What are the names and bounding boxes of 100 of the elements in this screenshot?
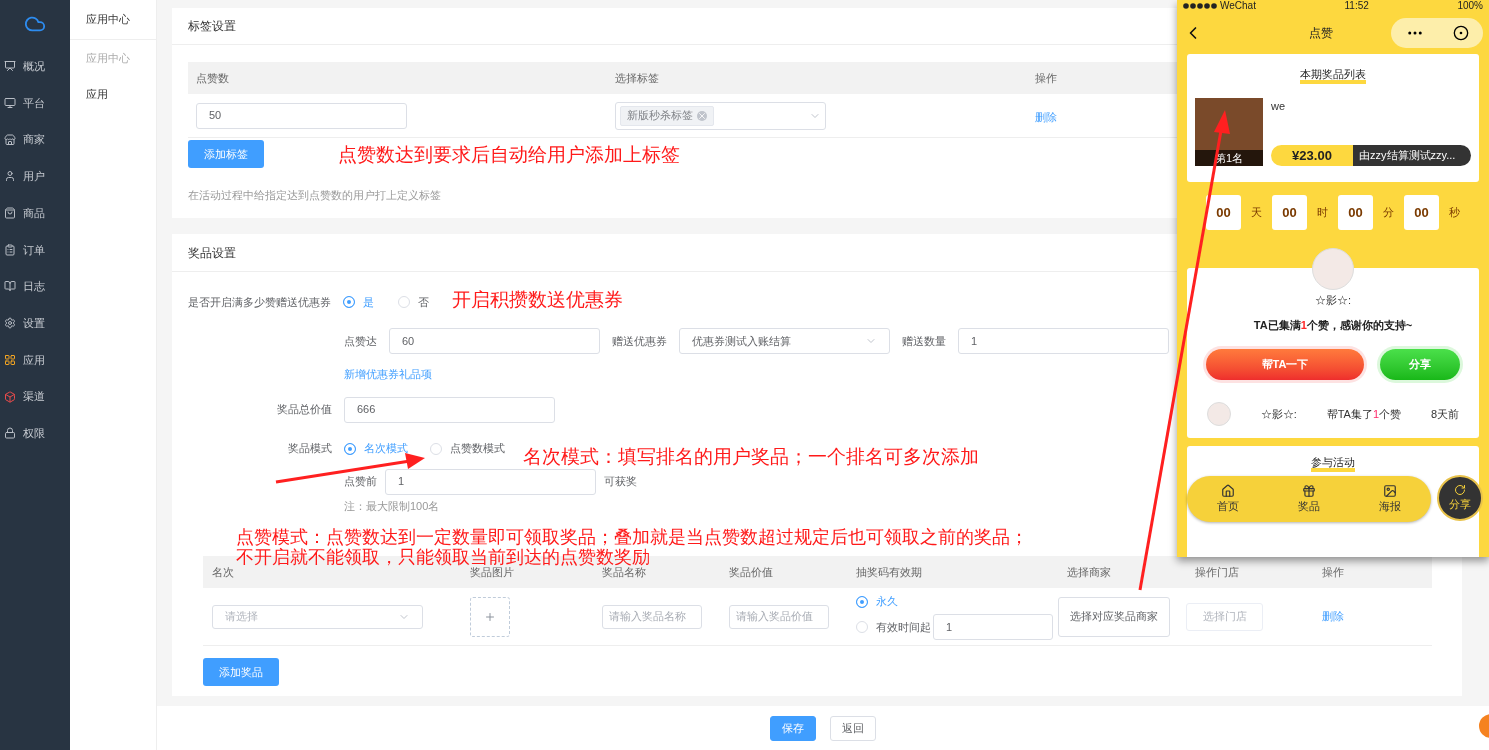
sidebar-item[interactable]: 平台 (0, 84, 45, 122)
annotation-text: 点赞数达到要求后自动给用户添加上标签 (338, 143, 680, 167)
annotation-text: 点赞模式：点赞数达到一定数量即可领取奖品；叠加就是当点赞数超过规定后也可领取之前的奖品； (236, 527, 1028, 547)
radio-button[interactable] (856, 595, 868, 608)
sidebar-item[interactable]: 概况 (0, 48, 45, 85)
countdown-box: 00 (1206, 195, 1241, 230)
user-icon (4, 170, 16, 183)
sidebar-item[interactable]: 应用 (0, 341, 45, 379)
sidebar-item[interactable]: 权限 (0, 414, 45, 452)
refresh-icon (1454, 483, 1466, 496)
column-header: 操作 (1034, 71, 1057, 84)
image-upload[interactable] (470, 596, 510, 637)
sidebar-item[interactable]: 设置 (0, 304, 45, 342)
field-label: 奖品模式 (287, 441, 332, 457)
rank-input[interactable]: 1 (385, 468, 596, 495)
countdown-unit: 时 (1317, 205, 1328, 221)
sidebar-item[interactable]: 订单 (0, 231, 45, 269)
record-text: 帮TA集了1个赞 (1326, 406, 1402, 422)
column-header: 操作门店 (1195, 565, 1239, 578)
column-header: 奖品图片 (470, 565, 514, 578)
subnav-item[interactable]: 应用 (86, 87, 108, 100)
card-title: 奖品设置 (188, 244, 236, 262)
sidebar-item[interactable]: 渠道 (0, 378, 45, 415)
select-merchant-button[interactable]: 选择对应奖品商家 (1058, 596, 1170, 637)
annotation-text: 开启积攒数送优惠券 (452, 288, 623, 312)
sidebar-item[interactable]: 商品 (0, 194, 45, 232)
field-label: 是否开启满多少赞赠送优惠券 (188, 294, 331, 310)
field-label: 点赞达 (344, 333, 377, 349)
countdown-unit: 秒 (1449, 205, 1460, 221)
tab-item[interactable]: 奖品 (1298, 483, 1320, 515)
remove-icon[interactable] (697, 110, 708, 121)
box-icon (4, 390, 16, 403)
radio-label[interactable]: 有效时间起 (876, 618, 931, 635)
capsule-menu[interactable] (1391, 18, 1483, 48)
hint-text: 在活动过程中给指定达到点赞数的用户打上定义标签 (188, 189, 441, 201)
sidebar-item[interactable]: 日志 (0, 268, 45, 305)
user-name: ☆影☆: (1314, 293, 1352, 308)
store-icon (4, 133, 16, 146)
picture-icon (1383, 483, 1398, 498)
total-value-input[interactable]: 666 (344, 396, 555, 423)
likes-threshold-input[interactable]: 60 (389, 328, 600, 354)
card-title: 标签设置 (188, 18, 236, 35)
tab-item[interactable]: 海报 (1379, 483, 1402, 515)
column-header: 操作 (1322, 565, 1344, 578)
likes-input[interactable]: 50 (196, 102, 407, 129)
user-name: ☆影☆: (1260, 406, 1297, 422)
validity-input[interactable]: 1 (933, 613, 1053, 640)
column-header: 抽奖码有效期 (856, 565, 922, 578)
field-label: 可获奖 (604, 474, 637, 490)
sidebar-item[interactable]: 商家 (0, 121, 45, 159)
monitor-icon (4, 97, 16, 110)
carrier-text: WeChat (1220, 1, 1256, 11)
column-header: 选择商家 (1067, 565, 1111, 578)
field-label: 点赞前 (344, 474, 377, 490)
plus-icon (484, 610, 496, 623)
column-header: 点赞数 (196, 71, 229, 84)
quantity-input[interactable]: 1 (958, 328, 1169, 354)
page-title: 点赞 (1309, 25, 1333, 42)
merchant-tag: 由zzy结算测试zzy... (1353, 145, 1471, 166)
radio-label[interactable]: 否 (418, 293, 429, 311)
column-header: 名次 (212, 565, 234, 578)
section-title: 参与活动 (1311, 456, 1355, 472)
countdown-box: 00 (1272, 195, 1307, 230)
section-title: 本期奖品列表 (1300, 68, 1366, 84)
lock-icon (4, 427, 16, 440)
signal-icon (1183, 3, 1217, 9)
house-icon (1220, 483, 1235, 498)
coupon-select[interactable]: 优惠券测试入账结算 (679, 328, 890, 354)
column-header: 奖品价值 (729, 565, 773, 578)
subnav-group-label: 应用中心 (86, 52, 130, 64)
battery-text: 100% (1457, 1, 1483, 11)
book-icon (4, 280, 16, 293)
radio-button[interactable] (343, 296, 355, 308)
sidebar-item[interactable]: 用户 (0, 158, 45, 195)
field-label: 赠送数量 (902, 333, 946, 349)
tag-select[interactable]: 新版秒杀标签 (615, 101, 827, 130)
tab-item[interactable]: 首页 (1216, 483, 1239, 515)
countdown-unit: 分 (1383, 205, 1394, 221)
avatar (1207, 402, 1231, 426)
presentation-icon (4, 60, 16, 73)
column-header: 奖品名称 (602, 565, 646, 578)
annotation-text: 不开启就不能领取，只能领取当前到达的点赞数奖励 (236, 547, 651, 567)
note-text: 注：最大限制100名 (344, 499, 440, 512)
gift-icon (1302, 483, 1316, 498)
prize-name: we (1271, 99, 1287, 114)
radio-button[interactable] (344, 442, 356, 455)
target-icon[interactable] (1452, 25, 1469, 41)
field-label: 赠送优惠券 (612, 333, 667, 349)
subnav-title: 应用中心 (86, 12, 130, 28)
column-header: 选择标签 (615, 71, 660, 84)
annotation-text: 名次模式：填写排名的用户奖品；一个排名可多次添加 (523, 445, 979, 469)
avatar (1312, 248, 1354, 290)
radio-label[interactable]: 点赞数模式 (450, 440, 505, 457)
grid-icon (4, 353, 16, 366)
price-tag: ¥23.00 (1271, 145, 1353, 166)
back-button[interactable]: 返回 (830, 715, 876, 741)
countdown-box: 00 (1338, 195, 1373, 230)
share-fab[interactable]: 分享 (1437, 475, 1483, 521)
countdown-unit: 天 (1251, 205, 1262, 221)
bag-icon (4, 207, 16, 220)
